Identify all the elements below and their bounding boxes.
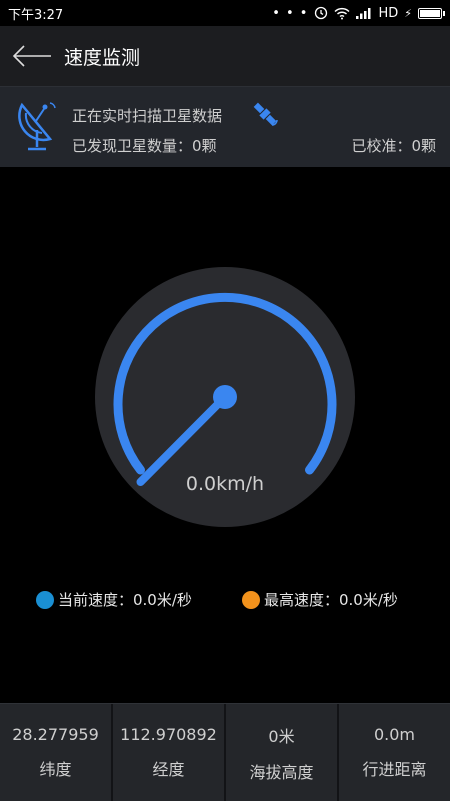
wifi-icon <box>334 7 350 19</box>
latitude-label: 纬度 <box>39 760 72 779</box>
app-bar: 速度监测 <box>0 26 450 86</box>
found-satellites-text: 已发现卫星数量：0颗 <box>72 137 217 155</box>
stat-altitude: 0米 海拔高度 <box>226 704 339 801</box>
longitude-label: 经度 <box>152 760 185 779</box>
altitude-value: 0米 <box>268 726 295 746</box>
signal-icon <box>356 8 371 19</box>
charging-icon: ⚡ <box>404 6 412 20</box>
max-speed-dot-icon <box>242 590 260 609</box>
status-icons: • • • HD ⚡ <box>272 5 445 21</box>
calibrated-satellites-text: 已校准：0颗 <box>351 137 436 155</box>
status-bar: 下午3:27 • • • HD ⚡ <box>0 0 450 26</box>
gauge-hub <box>213 385 237 409</box>
scanning-status-text: 正在实时扫描卫星数据 <box>72 107 223 125</box>
satellite-dish-icon <box>18 102 56 151</box>
stat-latitude: 28.277959 纬度 <box>0 704 113 801</box>
distance-label: 行进距离 <box>362 760 427 779</box>
altitude-label: 海拔高度 <box>249 762 314 782</box>
stat-distance: 0.0m 行进距离 <box>339 704 450 801</box>
battery-icon <box>418 7 445 19</box>
alarm-icon <box>315 6 328 20</box>
speed-readout: 0.0km/h <box>185 473 265 495</box>
page-title: 速度监测 <box>64 46 141 69</box>
distance-value: 0.0m <box>373 725 416 744</box>
max-speed-legend: 最高速度：0.0米/秒 <box>242 589 398 610</box>
satellite-icon <box>253 102 278 126</box>
back-arrow-icon <box>12 45 51 67</box>
back-button[interactable] <box>0 26 64 86</box>
stats-bar: 28.277959 纬度 112.970892 经度 0米 海拔高度 0.0m … <box>0 703 450 801</box>
speed-gauge: 0.0km/h <box>95 267 355 527</box>
current-speed-legend: 当前速度：0.0米/秒 <box>36 589 192 610</box>
status-time: 下午3:27 <box>8 7 64 23</box>
latitude-value: 28.277959 <box>12 725 99 744</box>
stat-longitude: 112.970892 经度 <box>113 704 226 801</box>
longitude-value: 112.970892 <box>120 725 217 744</box>
current-speed-dot-icon <box>36 590 54 609</box>
max-speed-label: 最高速度：0.0米/秒 <box>264 591 398 609</box>
network-type: HD <box>378 5 399 21</box>
satellite-info-panel: 正在实时扫描卫星数据 已发现卫星数量：0颗 已校准：0颗 <box>0 86 450 167</box>
current-speed-label: 当前速度：0.0米/秒 <box>58 591 192 609</box>
notification-dots-icon: • • • <box>272 5 309 21</box>
